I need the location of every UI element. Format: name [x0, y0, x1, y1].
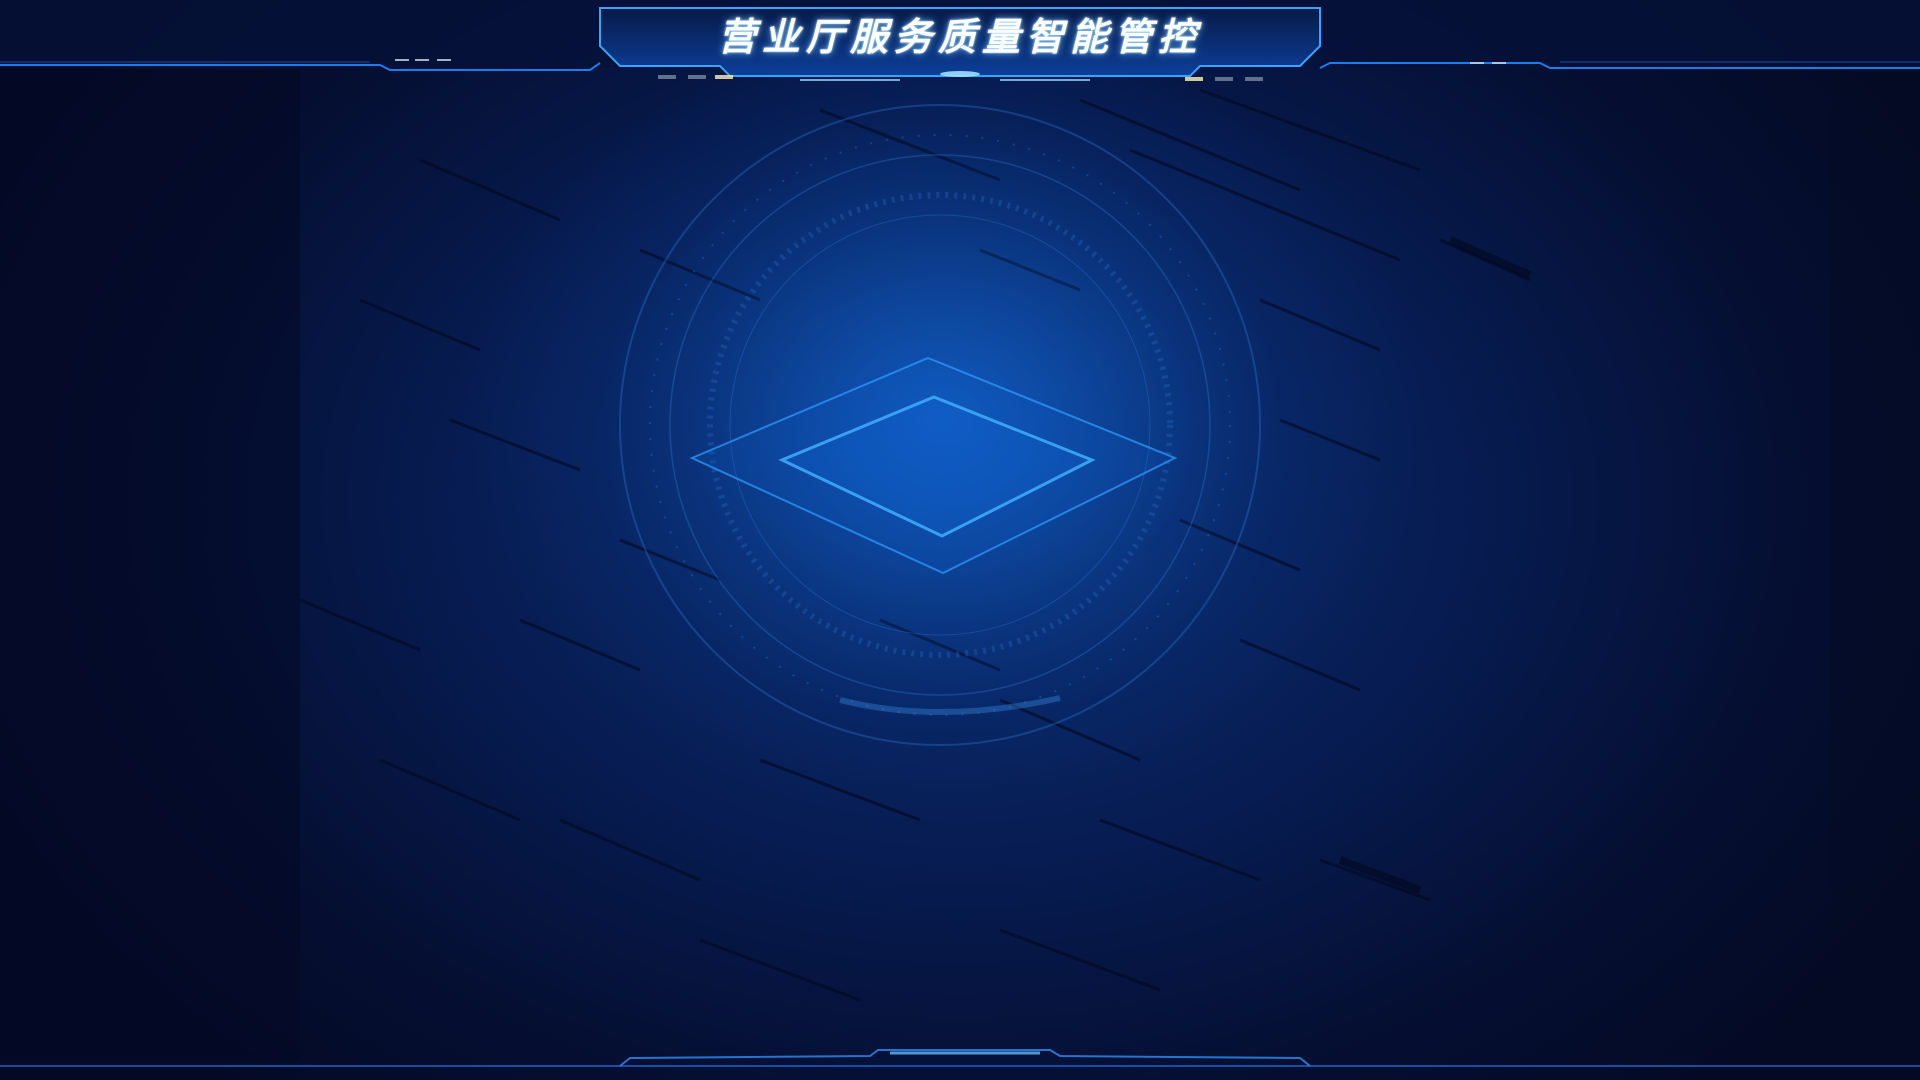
footer-frame [0, 1049, 1920, 1067]
page-title: 营业厅服务质量智能管控 [717, 15, 1202, 59]
dashboard-screen: 营业厅服务质量智能管控 [0, 0, 1920, 1080]
background-tech-decoration [0, 70, 1920, 1060]
